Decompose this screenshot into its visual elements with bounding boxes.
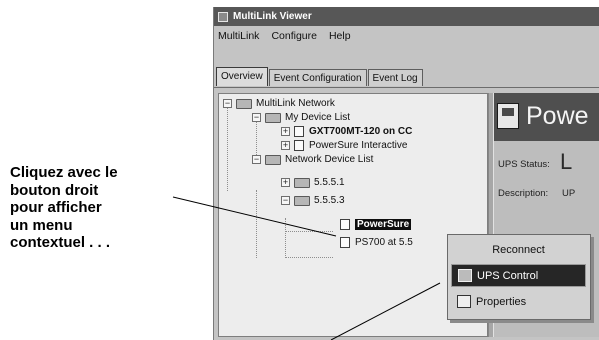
folder-icon	[265, 112, 281, 123]
tree-node-device-powersure-selected[interactable]: PowerSure	[340, 218, 412, 231]
ups-status-label: UPS Status:	[498, 159, 550, 170]
tree-guide-line	[285, 257, 333, 258]
tree-node-label: PowerSure	[355, 219, 412, 230]
expand-icon[interactable]: +	[281, 127, 290, 136]
tab-overview[interactable]: Overview	[216, 67, 268, 86]
tree-guide-line	[256, 190, 257, 258]
tree-node-label: 5.5.5.3	[314, 195, 345, 206]
folder-icon	[294, 177, 310, 188]
tree-node-subnet-5553[interactable]: − 5.5.5.3	[281, 194, 345, 207]
menu-bar: MultiLink Configure Help	[214, 27, 599, 45]
tree-node-device-gxt700mt[interactable]: + GXT700MT-120 on CC	[281, 125, 412, 138]
tab-event-configuration[interactable]: Event Configuration	[268, 69, 367, 86]
detail-title: Powe	[526, 102, 589, 130]
menu-item-label: Properties	[476, 295, 527, 308]
tree-node-label: Network Device List	[285, 154, 374, 165]
description-label: Description:	[498, 188, 549, 199]
menu-item-properties[interactable]: Properties	[451, 290, 586, 313]
tree-node-root[interactable]: − MultiLink Network	[223, 97, 335, 110]
menu-item-label: Reconnect	[492, 243, 545, 256]
menu-configure[interactable]: Configure	[267, 30, 325, 42]
callout-line: pour afficher	[10, 199, 102, 216]
menu-multilink[interactable]: MultiLink	[214, 30, 267, 42]
ups-status-value: L	[560, 149, 573, 174]
tree-node-device-ps700[interactable]: PS700 at 5.5	[340, 236, 413, 249]
description-value: UP	[562, 188, 576, 199]
window-title: MultiLink Viewer	[233, 11, 312, 22]
menu-item-ups-control[interactable]: UPS Control	[451, 264, 586, 287]
callout-text: Cliquez avec le bouton droit pour affich…	[10, 164, 210, 252]
menu-item-reconnect[interactable]: Reconnect	[451, 238, 586, 261]
ups-control-icon	[458, 269, 472, 282]
tree-node-network-device-list[interactable]: − Network Device List	[252, 153, 373, 166]
expand-icon[interactable]: +	[281, 178, 290, 187]
tab-divider	[214, 87, 599, 88]
tree-node-label: 5.5.5.1	[314, 177, 345, 188]
tree-node-label: GXT700MT-120 on CC	[309, 126, 413, 137]
tab-event-log[interactable]: Event Log	[367, 69, 423, 86]
collapse-icon[interactable]: −	[223, 99, 232, 108]
folder-icon	[236, 98, 252, 109]
callout-line: bouton droit	[10, 181, 99, 199]
tree-node-label: PowerSure Interactive	[309, 140, 408, 151]
properties-icon	[457, 295, 471, 308]
tree-guide-line	[285, 218, 286, 258]
app-icon[interactable]	[218, 11, 228, 22]
callout-line: un menu	[10, 216, 73, 234]
context-menu: Reconnect UPS Control Properties	[447, 234, 591, 320]
callout-line: contextuel . . .	[10, 234, 111, 251]
menu-help[interactable]: Help	[325, 30, 359, 42]
title-bar[interactable]: MultiLink Viewer	[214, 7, 599, 26]
tree-node-label: PS700 at 5.5	[355, 237, 413, 248]
detail-header: Powe	[494, 93, 599, 141]
tree-node-label: My Device List	[285, 112, 351, 123]
ups-device-icon	[294, 140, 304, 151]
tree-guide-line	[227, 108, 228, 191]
ups-device-icon	[340, 219, 350, 230]
menu-item-label: UPS Control	[477, 269, 539, 282]
ups-device-icon	[340, 237, 350, 248]
ups-device-icon	[294, 126, 304, 137]
expand-icon[interactable]: +	[281, 141, 290, 150]
tree-node-my-device-list[interactable]: − My Device List	[252, 111, 350, 124]
tree-node-label: MultiLink Network	[256, 98, 335, 109]
folder-icon	[294, 195, 310, 206]
folder-icon	[265, 154, 281, 165]
tree-node-device-powersure-interactive[interactable]: + PowerSure Interactive	[281, 139, 407, 152]
tab-strip: Overview Event Configuration Event Log	[216, 67, 424, 86]
ups-icon	[497, 103, 519, 129]
tree-node-subnet-5551[interactable]: + 5.5.5.1	[281, 176, 345, 189]
callout-line: Cliquez avec le	[10, 164, 118, 181]
collapse-icon[interactable]: −	[252, 155, 261, 164]
collapse-icon[interactable]: −	[252, 113, 261, 122]
collapse-icon[interactable]: −	[281, 196, 290, 205]
tree-guide-line	[285, 231, 333, 232]
